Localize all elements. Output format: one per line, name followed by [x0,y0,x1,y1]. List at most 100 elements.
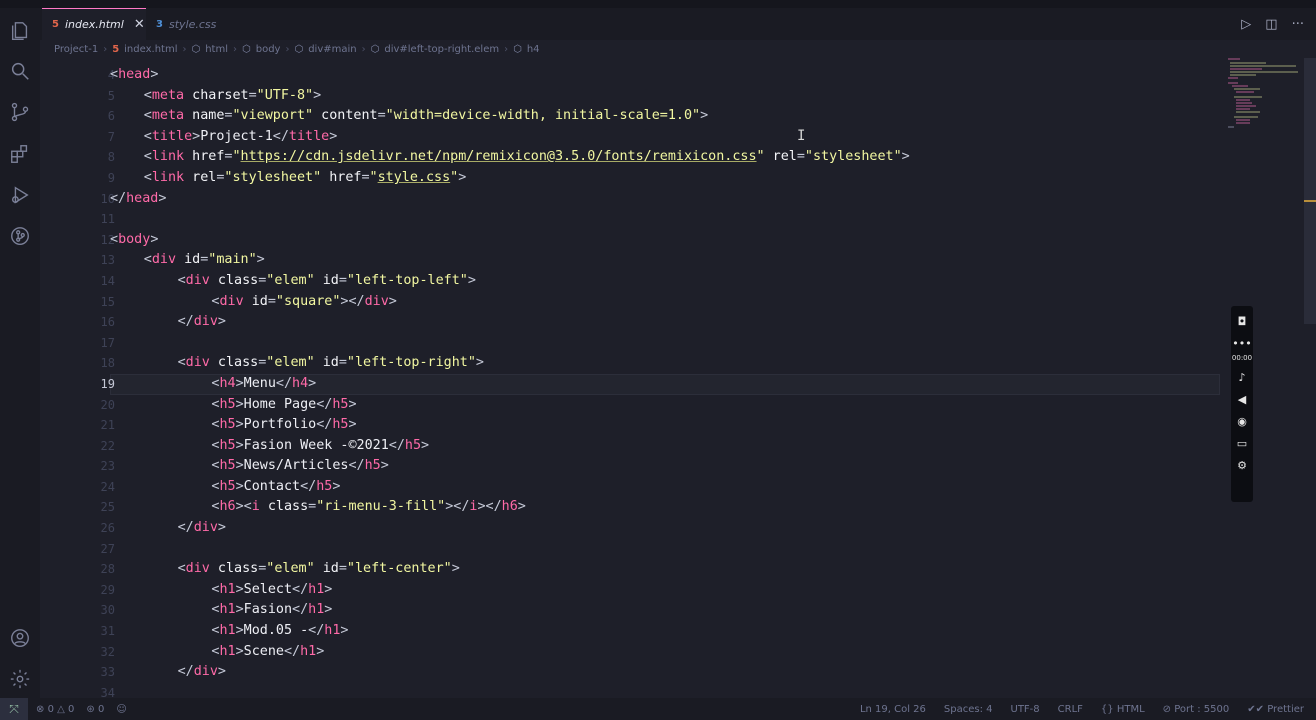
code-line[interactable]: 8 <link href = "https://cdn.jsdelivr.net/np… [40,147,1220,168]
code-line[interactable]: 25 <h6><i class="ri-menu-3-fill"></i></h6… [40,497,1220,518]
explorer-icon[interactable] [9,20,31,42]
activity-bar [0,8,40,698]
prettier-status[interactable]: ✔✔ Prettier [1247,704,1304,715]
account-icon[interactable] [9,627,31,649]
code-token: = [338,272,347,288]
code-line[interactable]: 26 </div> [40,518,1220,539]
code-line[interactable]: 17 [40,333,1220,354]
code-line[interactable]: 32 <h1>Scene</h1> [40,642,1220,663]
live-server-port[interactable]: ⊘ Port : 5500 [1163,704,1230,715]
code-line[interactable]: 24 <h5>Contact</h5> [40,477,1220,498]
code-token: < [143,87,152,103]
code-token: title [288,128,330,144]
code-token: h5 [404,437,422,453]
warning-icon: △ [57,703,65,715]
tab-style-css[interactable]: 3 style.css [146,8,226,40]
code-token: ></ [340,293,365,309]
breadcrumb-item[interactable]: h4 [527,44,540,55]
speaker-icon[interactable]: ◀ [1238,388,1246,410]
remote-indicator-icon[interactable]: ⤧ [0,698,28,720]
code-line[interactable]: 7 <title>Project-1</title> [40,127,1220,148]
line-endings[interactable]: CRLF [1058,704,1083,715]
code-token: = [248,87,257,103]
code-line[interactable]: 4 <head> [40,65,1220,86]
code-line[interactable]: 30 <h1>Fasion</h1> [40,600,1220,621]
split-editor-icon[interactable]: ◫ [1265,17,1277,32]
line-number: 17 [100,335,115,350]
code-line[interactable]: 31 <h1>Mod.05 -</h1> [40,621,1220,642]
code-line[interactable]: 34 [40,683,1220,698]
screenshot-icon[interactable]: ◘ [1238,310,1247,332]
breadcrumb-item[interactable]: div#main [308,44,356,55]
cursor-position[interactable]: Ln 19, Col 26 [860,704,926,715]
code-token: div [185,561,210,577]
ports-indicator[interactable]: ⊛ 0 [86,704,104,715]
code-line[interactable]: 15 <div id="square"></div> [40,292,1220,313]
code-line[interactable]: 23 <h5>News/Articles</h5> [40,456,1220,477]
webcam-icon[interactable]: ◉ [1237,410,1247,432]
code-line[interactable]: 10 </head> [40,189,1220,210]
code-token: div [185,272,210,288]
window-icon[interactable]: ▭ [1237,432,1247,454]
git-graph-icon[interactable] [9,225,31,247]
manage-gear-icon[interactable] [9,668,31,690]
code-token: > [235,643,244,659]
code-token: h5 [219,478,236,494]
problems-indicator[interactable]: ⊗ 0 △ 0 [36,704,74,715]
language-mode[interactable]: {} HTML [1101,704,1145,715]
encoding[interactable]: UTF-8 [1011,704,1040,715]
close-icon[interactable]: ✕ [134,17,145,32]
feedback-icon[interactable]: ☺ [116,704,126,715]
text-cursor-icon: I [797,128,806,144]
code-line[interactable]: 29 <h1>Select</h1> [40,580,1220,601]
code-line[interactable]: 33 </div> [40,662,1220,683]
microphone-icon[interactable]: ♪ [1238,366,1245,388]
code-line[interactable]: 28 <div class="elem" id="left-center"> [40,559,1220,580]
code-token: Scene [243,643,284,659]
code-line[interactable]: 20 <h5>Home Page</h5> [40,395,1220,416]
code-line[interactable]: 21 <h5>Portfolio</h5> [40,415,1220,436]
run-debug-icon[interactable] [9,184,31,206]
source-control-icon[interactable] [9,101,31,123]
code-line[interactable]: 22 <h5>Fasion Week -©2021</h5> [40,436,1220,457]
code-line[interactable]: 19 <h4>Menu</h4> [101,373,1220,395]
code-line[interactable]: 18 <div class="elem" id="left-top-right"> [40,353,1220,374]
code-line[interactable]: 13 <div id="main"> [40,250,1220,271]
code-token: > [217,520,226,536]
search-icon[interactable] [9,60,31,82]
breadcrumb-item[interactable]: Project-1 [54,44,98,55]
code-line[interactable]: 12 <body> [40,230,1220,251]
run-icon[interactable]: ▷ [1241,17,1251,32]
settings-icon[interactable]: ⚙ [1237,454,1247,476]
minimap[interactable] [1226,55,1306,135]
line-number: 32 [100,644,115,659]
code-editor[interactable]: 4 <head> 5 <meta charset="UTF-8"> 6 <meta nam… [40,65,1220,698]
code-text: <h5>Home Page</h5> [110,395,357,416]
code-line[interactable]: 5 <meta charset="UTF-8"> [40,86,1220,107]
breadcrumb-item[interactable]: body [256,44,281,55]
breadcrumb-item[interactable]: html [205,44,228,55]
indentation[interactable]: Spaces: 4 [944,704,993,715]
code-token[interactable]: style.css [378,170,451,185]
extensions-icon[interactable] [9,143,31,165]
breadcrumb: Project-1 › 5 index.html › ⬡ html › ⬡ bo… [40,40,1316,58]
code-line[interactable]: 27 [40,539,1220,560]
code-line[interactable]: 14 <div class="elem" id="left-top-left"> [40,271,1220,292]
scrollbar-thumb[interactable] [1304,58,1316,324]
code-line[interactable]: 16 </div> [40,312,1220,333]
code-text: <title>Project-1</title> [110,127,338,148]
code-line[interactable]: 9 <link rel="stylesheet" href="style.css"… [40,168,1220,189]
code-token[interactable]: https://cdn.jsdelivr.net/npm/remixicon@3… [241,149,757,164]
code-line[interactable]: 11 [40,209,1220,230]
code-token: Select [243,581,293,597]
tab-index-html[interactable]: 5 index.html ✕ [42,8,146,40]
tab-label: index.html [64,18,124,31]
more-actions-icon[interactable]: ··· [1292,17,1304,32]
more-icon[interactable]: ••• [1232,332,1251,354]
breadcrumb-item[interactable]: div#left-top-right.elem [384,44,499,55]
error-count: 0 [47,703,54,715]
code-token: > [348,396,357,412]
breadcrumb-item[interactable]: index.html [124,44,177,55]
line-number: 30 [100,603,115,618]
code-line[interactable]: 6 <meta name="viewport" content="width=de… [40,106,1220,127]
